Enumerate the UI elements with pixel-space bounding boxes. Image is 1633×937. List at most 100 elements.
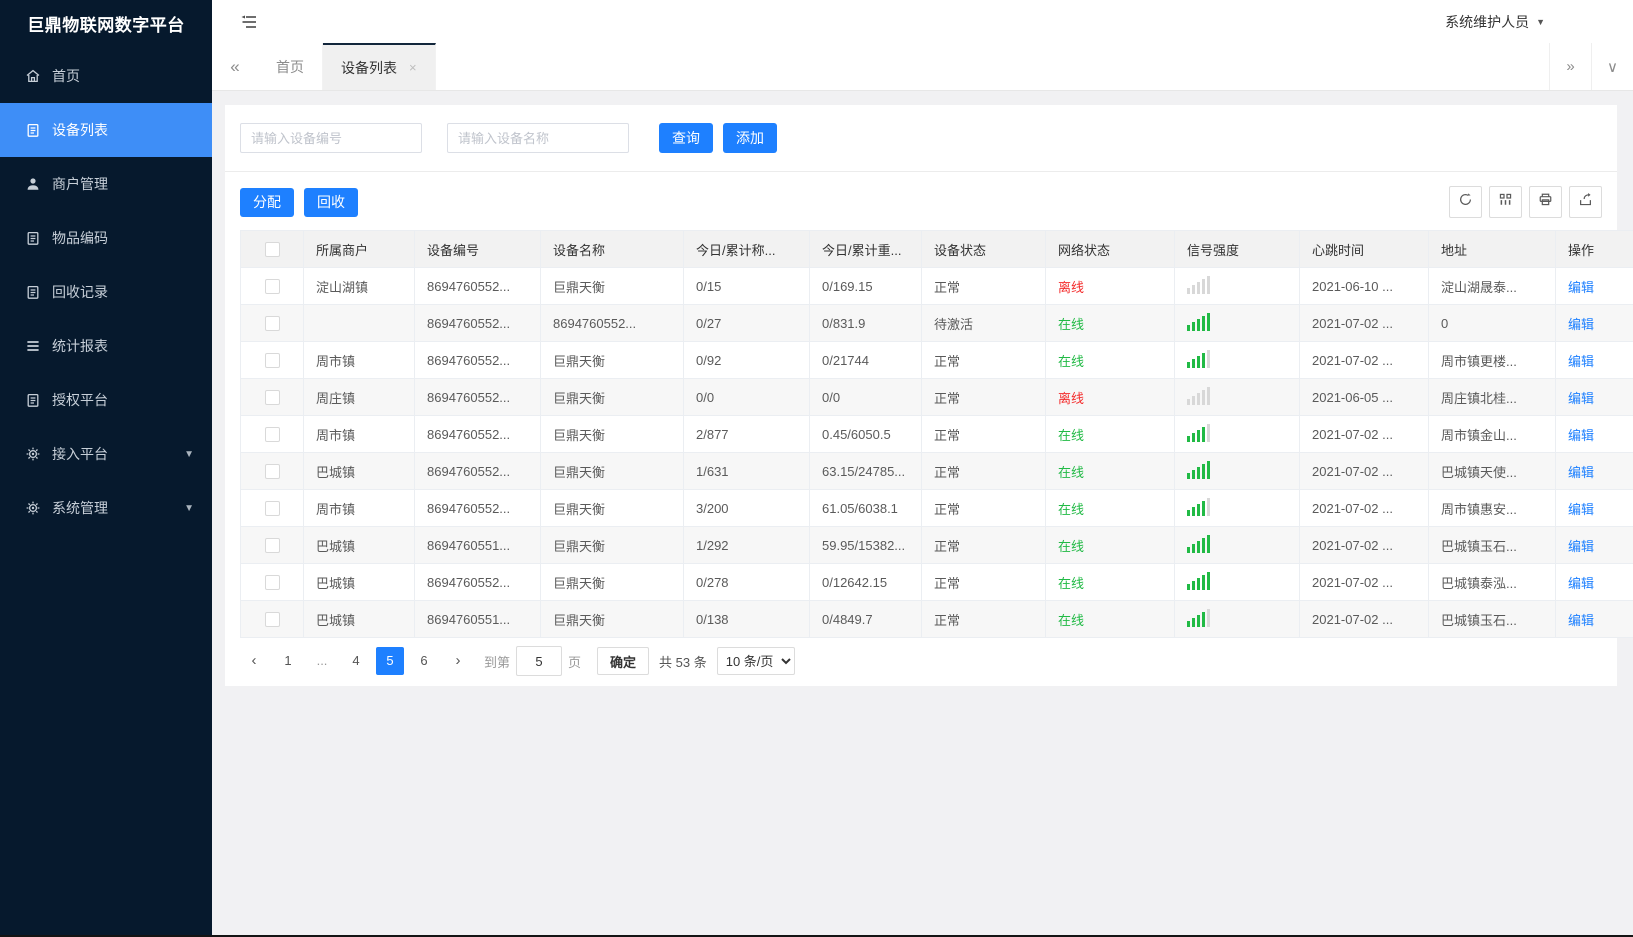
- action-cell: 编辑: [1555, 563, 1633, 601]
- row-checkbox[interactable]: [265, 315, 280, 331]
- device-status-cell: 正常: [921, 378, 1046, 416]
- add-button[interactable]: 添加: [723, 123, 777, 153]
- device-status-cell: 正常: [921, 600, 1046, 638]
- device-table-body: 淀山湖镇 8694760552... 巨鼎天衡 0/15 0/169.15 正常 离线 202…: [240, 267, 1633, 638]
- column-header: 信号强度: [1174, 230, 1300, 268]
- sidebar-item-device-list[interactable]: 设备列表: [0, 103, 212, 157]
- device-no-cell: 8694760552...: [414, 267, 541, 305]
- row-checkbox[interactable]: [265, 463, 280, 479]
- edit-link[interactable]: 编辑: [1568, 502, 1594, 517]
- device-table-head: 所属商户 设备编号 设备名称 今日/累计称... 今日/累计重... 设备状态 网络状态 信号…: [240, 230, 1633, 268]
- action-cell: 编辑: [1555, 267, 1633, 305]
- device-name-cell: 巨鼎天衡: [540, 600, 684, 638]
- doc-icon: [24, 230, 41, 247]
- device-no-input[interactable]: [240, 123, 422, 153]
- address-cell: 周市镇更楼...: [1428, 341, 1556, 379]
- column-header: 网络状态: [1045, 230, 1175, 268]
- heartbeat-cell: 2021-07-02 ...: [1299, 600, 1429, 638]
- export-button[interactable]: [1569, 186, 1602, 218]
- prev-page-icon[interactable]: ‹: [240, 647, 268, 675]
- sidebar-item-merchant-mgmt[interactable]: 商户管理: [0, 157, 212, 211]
- device-name-cell: 巨鼎天衡: [540, 378, 684, 416]
- chevron-down-icon: ▼: [184, 502, 194, 514]
- columns-button[interactable]: [1489, 186, 1522, 218]
- close-icon[interactable]: ×: [409, 60, 417, 75]
- weight-cell: 0/4849.7: [809, 600, 922, 638]
- user-menu[interactable]: 系统维护人员 ▼: [1445, 0, 1545, 43]
- row-checkbox[interactable]: [265, 389, 280, 405]
- edit-link[interactable]: 编辑: [1568, 539, 1594, 554]
- sidebar-item-label: 物品编码: [52, 230, 108, 246]
- address-cell: 巴城镇天使...: [1428, 452, 1556, 490]
- edit-link[interactable]: 编辑: [1568, 354, 1594, 369]
- tabs-menu-icon[interactable]: ∨: [1591, 43, 1633, 90]
- signal-bars-icon: [1187, 571, 1210, 590]
- row-checkbox[interactable]: [265, 574, 280, 590]
- sidebar-item-home[interactable]: 首页: [0, 49, 212, 103]
- row-checkbox[interactable]: [265, 278, 280, 294]
- edit-link[interactable]: 编辑: [1568, 576, 1594, 591]
- edit-link[interactable]: 编辑: [1568, 280, 1594, 295]
- weight-cell: 0.45/6050.5: [809, 415, 922, 453]
- sidebar-item-item-code[interactable]: 物品编码: [0, 211, 212, 265]
- tab-device-list[interactable]: 设备列表 ×: [323, 43, 436, 90]
- refresh-button[interactable]: [1449, 186, 1482, 218]
- print-icon: [1538, 192, 1553, 212]
- row-checkbox[interactable]: [265, 611, 280, 627]
- recycle-button[interactable]: 回收: [304, 187, 358, 217]
- next-page-icon[interactable]: ›: [444, 647, 472, 675]
- column-header: 设备名称: [540, 230, 684, 268]
- address-cell: 周市镇金山...: [1428, 415, 1556, 453]
- signal-bars-icon: [1187, 460, 1210, 479]
- edit-link[interactable]: 编辑: [1568, 613, 1594, 628]
- sidebar-item-label: 系统管理: [52, 500, 108, 516]
- tabs-scroll-right-icon[interactable]: »: [1549, 43, 1591, 90]
- table-toolbar: 分配 回收: [240, 186, 1602, 218]
- confirm-button[interactable]: 确定: [597, 647, 650, 675]
- merchant-cell: 巴城镇: [303, 526, 415, 564]
- edit-link[interactable]: 编辑: [1568, 317, 1594, 332]
- app-title: 巨鼎物联网数字平台: [27, 16, 185, 35]
- tab-home[interactable]: 首页: [258, 43, 323, 90]
- heartbeat-cell: 2021-07-02 ...: [1299, 452, 1429, 490]
- row-checkbox[interactable]: [265, 537, 280, 553]
- sidebar-item-label: 首页: [52, 68, 80, 84]
- row-checkbox[interactable]: [265, 426, 280, 442]
- action-cell: 编辑: [1555, 304, 1633, 342]
- weight-cell: 0/12642.15: [809, 563, 922, 601]
- sidebar-item-stat-report[interactable]: 统计报表: [0, 319, 212, 373]
- address-cell: 巴城镇泰泓...: [1428, 563, 1556, 601]
- query-button[interactable]: 查询: [659, 123, 713, 153]
- sidebar-collapse-icon[interactable]: [240, 13, 258, 31]
- assign-button[interactable]: 分配: [240, 187, 294, 217]
- device-name-cell: 巨鼎天衡: [540, 415, 684, 453]
- page-button-5[interactable]: 5: [376, 647, 404, 675]
- table-row: 周市镇 8694760552... 巨鼎天衡 2/877 0.45/6050.5 正常 在线…: [240, 415, 1633, 453]
- page-button-6[interactable]: 6: [410, 647, 438, 675]
- device-name-cell: 巨鼎天衡: [540, 489, 684, 527]
- edit-link[interactable]: 编辑: [1568, 465, 1594, 480]
- table-row: 巴城镇 8694760551... 巨鼎天衡 1/292 59.95/15382... 正…: [240, 526, 1633, 564]
- sidebar-item-recycle-record[interactable]: 回收记录: [0, 265, 212, 319]
- doc-icon: [24, 392, 41, 409]
- device-name-input[interactable]: [447, 123, 629, 153]
- page-size-select[interactable]: 10 条/页: [716, 647, 795, 675]
- column-header: 操作: [1555, 230, 1633, 268]
- print-button[interactable]: [1529, 186, 1562, 218]
- count-cell: 0/15: [683, 267, 810, 305]
- select-all-checkbox[interactable]: [265, 241, 280, 257]
- action-cell: 编辑: [1555, 452, 1633, 490]
- sidebar-item-access-platform[interactable]: 接入平台 ▼: [0, 427, 212, 481]
- sidebar-item-system-mgmt[interactable]: 系统管理 ▼: [0, 481, 212, 535]
- page-button-4[interactable]: 4: [342, 647, 370, 675]
- edit-link[interactable]: 编辑: [1568, 391, 1594, 406]
- row-checkbox[interactable]: [265, 352, 280, 368]
- goto-page-input[interactable]: [516, 646, 563, 676]
- sidebar-item-auth-platform[interactable]: 授权平台: [0, 373, 212, 427]
- page-button-1[interactable]: 1: [274, 647, 302, 675]
- tabs-scroll-left-icon[interactable]: «: [212, 43, 258, 90]
- address-cell: 周庄镇北桂...: [1428, 378, 1556, 416]
- column-header: 设备状态: [921, 230, 1046, 268]
- edit-link[interactable]: 编辑: [1568, 428, 1594, 443]
- row-checkbox[interactable]: [265, 500, 280, 516]
